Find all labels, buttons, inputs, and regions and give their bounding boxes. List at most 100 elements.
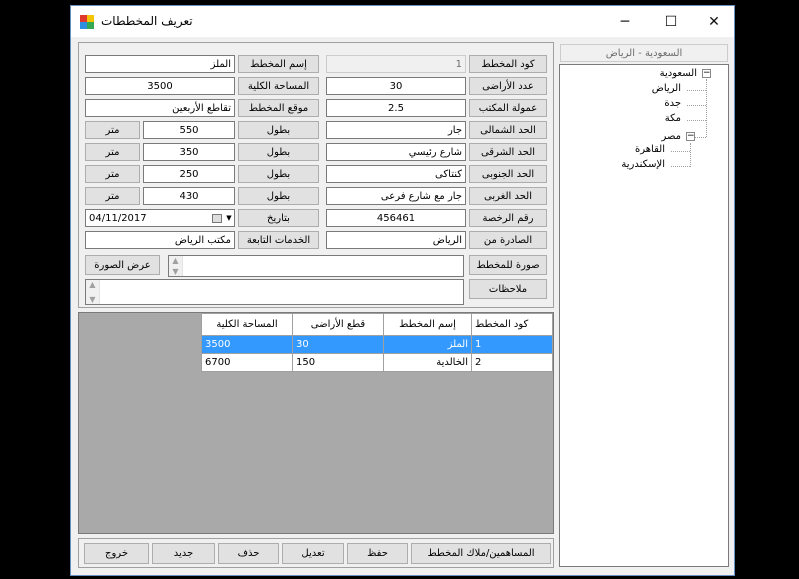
tree-connector (687, 105, 706, 106)
east-length-field[interactable]: 350 (143, 143, 235, 161)
land-count-field[interactable]: 30 (326, 77, 466, 95)
tree-connector (671, 166, 690, 167)
south-length-field[interactable]: 250 (143, 165, 235, 183)
tree-node-egypt[interactable]: مصر (661, 131, 681, 142)
services-label[interactable]: الخدمات التابعة (238, 231, 319, 249)
east-length-label[interactable]: بطول (238, 143, 319, 161)
south-unit-label[interactable]: متر (85, 165, 140, 183)
cell-name: الملز (383, 335, 472, 354)
column-header-area[interactable]: المساحة الكلية (201, 313, 293, 336)
west-unit-label[interactable]: متر (85, 187, 140, 205)
notes-field[interactable]: ▲ ▼ (85, 279, 464, 305)
plan-form-panel: كود المخطط 1 إسم المخطط الملز عدد الأراض… (78, 42, 554, 308)
date-label[interactable]: بتاريخ (238, 209, 319, 227)
west-border-label[interactable]: الحد الغربى (469, 187, 547, 205)
date-picker[interactable]: 04/11/2017 ▼ (85, 209, 235, 227)
plan-name-label[interactable]: إسم المخطط (238, 55, 319, 73)
license-number-label[interactable]: رقم الرخصة (469, 209, 547, 227)
tree-node-jeddah[interactable]: جدة (664, 98, 681, 109)
north-length-label[interactable]: بطول (238, 121, 319, 139)
land-count-label[interactable]: عدد الأراضى (469, 77, 547, 95)
exit-button[interactable]: خروج (84, 543, 149, 564)
action-bar: المساهمين/ملاك المخطط حفظ تعديل حذف جديد… (78, 538, 554, 568)
collapse-icon[interactable]: − (702, 69, 711, 78)
tree-node-riyadh[interactable]: الرياض (652, 83, 681, 94)
chevron-down-icon[interactable]: ▼ (224, 214, 234, 222)
tree-header: السعودية - الرياض (560, 44, 728, 62)
plan-location-field[interactable]: تقاطع الأربعين (85, 99, 235, 117)
shareholders-button[interactable]: المساهمين/ملاك المخطط (411, 543, 551, 564)
app-icon (80, 15, 94, 29)
view-image-button[interactable]: عرض الصورة (85, 255, 160, 275)
tree-connector (687, 90, 706, 91)
plans-grid: كود المخطط إسم المخطط قطع الأراضى المساح… (78, 312, 554, 534)
plans-table[interactable]: كود المخطط إسم المخطط قطع الأراضى المساح… (201, 313, 553, 372)
window-title: تعريف المخططات (101, 14, 193, 28)
tree-node-cairo[interactable]: القاهرة (635, 144, 665, 155)
main-window: تعريف المخططات ─ ☐ ✕ كود المخطط 1 إسم ال… (70, 5, 735, 576)
region-tree-panel: السعودية - الرياض − السعودية الرياض جدة … (558, 42, 730, 568)
column-header-lands[interactable]: قطع الأراضى (292, 313, 384, 336)
maximize-button[interactable]: ☐ (648, 6, 694, 37)
tree-node-alexandria[interactable]: الإسكندرية (621, 159, 665, 170)
plan-name-field[interactable]: الملز (85, 55, 235, 73)
column-header-code[interactable]: كود المخطط (471, 313, 553, 336)
issued-from-field[interactable]: الرياض (326, 231, 466, 249)
plan-location-label[interactable]: موقع المخطط (238, 99, 319, 117)
cell-name: الخالدية (383, 353, 472, 372)
license-number-field[interactable]: 456461 (326, 209, 466, 227)
tree-node-saudi[interactable]: السعودية (660, 68, 697, 79)
east-border-label[interactable]: الحد الشرقى (469, 143, 547, 161)
table-row[interactable]: 2 الخالدية 150 6700 (201, 353, 553, 372)
east-unit-label[interactable]: متر (85, 143, 140, 161)
west-border-field[interactable]: جار مع شارع فرعى (326, 187, 466, 205)
plan-code-label[interactable]: كود المخطط (469, 55, 547, 73)
tree-connector (687, 120, 706, 121)
edit-button[interactable]: تعديل (282, 543, 344, 564)
south-length-label[interactable]: بطول (238, 165, 319, 183)
tree-connector (706, 79, 707, 137)
new-button[interactable]: جديد (152, 543, 215, 564)
calendar-icon[interactable] (212, 213, 222, 223)
region-tree[interactable]: − السعودية الرياض جدة مكة − مصر القاهرة … (559, 64, 729, 567)
cell-lands: 150 (292, 353, 384, 372)
north-unit-label[interactable]: متر (85, 121, 140, 139)
north-border-field[interactable]: جار (326, 121, 466, 139)
cell-code: 1 (471, 335, 553, 354)
plan-image-label[interactable]: صورة للمخطط (469, 255, 547, 275)
save-button[interactable]: حفظ (347, 543, 408, 564)
north-border-label[interactable]: الحد الشمالى (469, 121, 547, 139)
services-field[interactable]: مكتب الرياض (85, 231, 235, 249)
close-button[interactable]: ✕ (691, 6, 737, 37)
south-border-label[interactable]: الحد الجنوبى (469, 165, 547, 183)
image-path-scrollbar[interactable]: ▲ ▼ (169, 256, 183, 276)
date-value: 04/11/2017 (89, 212, 147, 224)
north-length-field[interactable]: 550 (143, 121, 235, 139)
cell-code: 2 (471, 353, 553, 372)
tree-connector (690, 143, 691, 167)
delete-button[interactable]: حذف (218, 543, 279, 564)
total-area-label[interactable]: المساحة الكلية (238, 77, 319, 95)
minimize-button[interactable]: ─ (602, 6, 648, 37)
east-border-field[interactable]: شارع رئيسي (326, 143, 466, 161)
notes-label[interactable]: ملاحظات (469, 279, 547, 299)
tree-node-makkah[interactable]: مكة (665, 113, 681, 124)
total-area-field[interactable]: 3500 (85, 77, 235, 95)
collapse-icon[interactable]: − (686, 132, 695, 141)
title-bar[interactable]: تعريف المخططات ─ ☐ ✕ (71, 6, 734, 37)
plan-code-field[interactable]: 1 (326, 55, 466, 73)
office-commission-label[interactable]: عمولة المكتب (469, 99, 547, 117)
cell-area: 3500 (201, 335, 293, 354)
issued-from-label[interactable]: الصادرة من (469, 231, 547, 249)
west-length-field[interactable]: 430 (143, 187, 235, 205)
column-header-name[interactable]: إسم المخطط (383, 313, 472, 336)
tree-connector (671, 151, 690, 152)
west-length-label[interactable]: بطول (238, 187, 319, 205)
cell-area: 6700 (201, 353, 293, 372)
plan-image-path-field[interactable]: ▲ ▼ (168, 255, 464, 277)
notes-scrollbar[interactable]: ▲ ▼ (86, 280, 100, 304)
south-border-field[interactable]: كنتاكى (326, 165, 466, 183)
cell-lands: 30 (292, 335, 384, 354)
table-row[interactable]: 1 الملز 30 3500 (201, 335, 553, 354)
office-commission-field[interactable]: 2.5 (326, 99, 466, 117)
